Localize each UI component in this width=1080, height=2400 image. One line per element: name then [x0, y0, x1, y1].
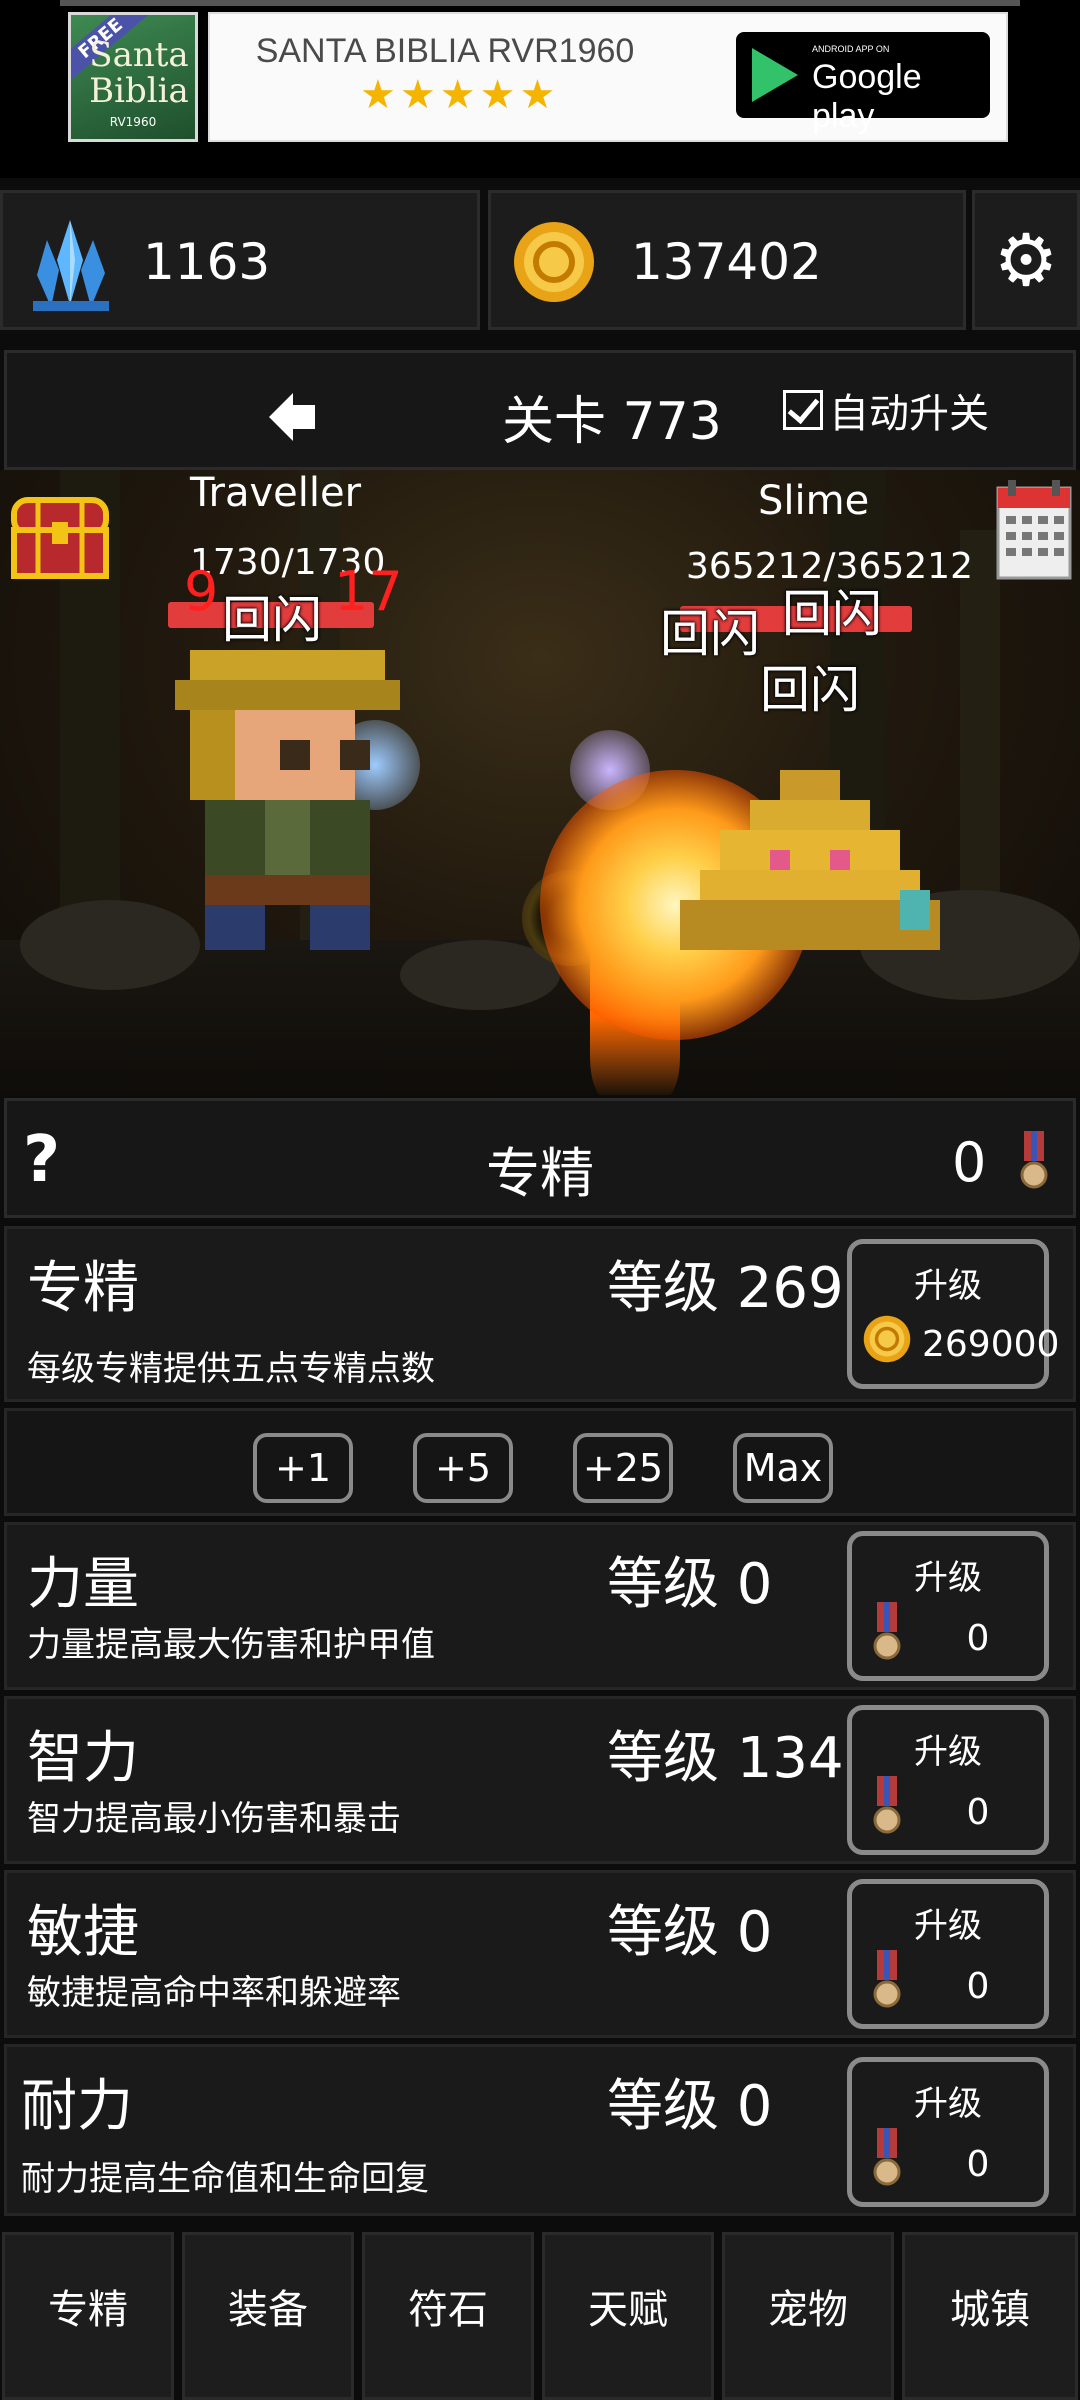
specialization-header: ? 专精 0 [4, 1098, 1076, 1218]
background-tree [960, 530, 1000, 940]
treasure-chest-icon[interactable] [10, 486, 110, 580]
upgrade-button[interactable]: 升级 0 [847, 1705, 1049, 1855]
quantity-plus-1-button[interactable]: +1 [253, 1433, 353, 1503]
upgrade-button[interactable]: 升级 269000 [847, 1239, 1059, 1389]
stat-row-intelligence: 智力 等级 1345 智力提高最小伤害和暴击 升级 0 [4, 1696, 1076, 1864]
crystal-icon [33, 220, 109, 311]
hero-sprite [175, 650, 400, 950]
upgrade-button[interactable]: 升级 0 [847, 2057, 1049, 2207]
ad-app-icon[interactable]: FREE Santa Biblia RV1960 [68, 12, 198, 142]
stat-description: 智力提高最小伤害和暴击 [27, 1799, 401, 1839]
stat-description: 耐力提高生命值和生命回复 [21, 2159, 429, 2199]
dodge-text: 回闪 [660, 605, 760, 663]
crystal-panel: 1163 [0, 190, 480, 330]
coin-icon [514, 222, 594, 302]
upgrade-cost: 0 [966, 1966, 990, 2007]
auto-advance-checkbox[interactable] [783, 390, 823, 430]
battle-scene: Traveller 1730/1730 9 回闪 17 Slime 365212… [0, 470, 1080, 1095]
medal-count: 0 [952, 1131, 987, 1194]
ad-app-name: Santa Biblia [89, 35, 189, 111]
stat-name: 敏捷 [27, 1900, 139, 1965]
ad-title: SANTA BIBLIA RVR1960 [255, 32, 635, 70]
dodge-text: 回闪 [782, 585, 882, 643]
upgrade-label: 升级 [914, 1906, 982, 1946]
upgrade-button[interactable]: 升级 0 [847, 1879, 1049, 2029]
upgrade-label: 升级 [914, 2084, 982, 2124]
tab-pets[interactable]: 宠物 [722, 2232, 894, 2400]
hero-name: Traveller [190, 470, 362, 516]
ad-banner[interactable]: FREE Santa Biblia RV1960 SANTA BIBLIA RV… [0, 0, 1080, 178]
stat-description: 力量提高最大伤害和护甲值 [27, 1625, 435, 1665]
quantity-max-button[interactable]: Max [733, 1433, 833, 1503]
google-play-button[interactable]: ANDROID APP ON Google play [736, 32, 990, 135]
stat-row-agility: 敏捷 等级 0 敏捷提高命中率和躲避率 升级 0 [4, 1870, 1076, 2038]
store-small-label: ANDROID APP ON [812, 44, 890, 54]
upgrade-label: 升级 [914, 1558, 982, 1598]
stat-row-strength: 力量 等级 0 力量提高最大伤害和护甲值 升级 0 [4, 1522, 1076, 1690]
tab-equipment[interactable]: 装备 [182, 2232, 354, 2400]
quantity-selector: +1 +5 +25 Max [4, 1408, 1076, 1516]
tab-specialization[interactable]: 专精 [2, 2232, 174, 2400]
stat-row-specialization: 专精 等级 269 每级专精提供五点专精点数 升级 269000 [4, 1226, 1076, 1402]
stat-name: 耐力 [21, 2074, 133, 2139]
upgrade-cost: 0 [966, 1792, 990, 1833]
upgrade-cost: 0 [966, 2144, 990, 2185]
damage-number: 9 [184, 560, 219, 623]
section-title: 专精 [486, 1142, 594, 1205]
stat-level: 等级 0 [607, 1552, 773, 1617]
tab-town[interactable]: 城镇 [902, 2232, 1078, 2400]
bottom-navigation: 专精 装备 符石 天赋 宠物 城镇 [0, 2224, 1080, 2400]
upgrade-label: 升级 [914, 1732, 982, 1772]
stat-level: 等级 1345 [607, 1726, 880, 1791]
stat-name: 智力 [27, 1726, 139, 1791]
tab-talents[interactable]: 天赋 [542, 2232, 714, 2400]
previous-stage-arrow-icon[interactable] [269, 393, 319, 441]
auto-advance-toggle[interactable]: 自动升关 [783, 381, 989, 439]
resource-bar: 1163 137402 ⚙ [0, 190, 1080, 340]
stat-name: 力量 [27, 1552, 139, 1617]
stat-level: 等级 269 [607, 1256, 844, 1321]
damage-number: 17 [334, 560, 403, 623]
gear-icon: ⚙ [993, 218, 1059, 302]
ad-divider [60, 0, 1020, 6]
coin-icon [863, 1315, 911, 1363]
play-store-icon [752, 48, 798, 102]
ad-content[interactable]: SANTA BIBLIA RVR1960 ★★★★★ ANDROID APP O… [208, 12, 1008, 142]
store-label: Google play [812, 58, 922, 135]
settings-button[interactable]: ⚙ [972, 190, 1080, 330]
upgrade-button[interactable]: 升级 0 [847, 1531, 1049, 1681]
stat-level: 等级 0 [607, 2074, 773, 2139]
ad-rating-stars: ★★★★★ [360, 72, 560, 118]
stat-description: 敏捷提高命中率和躲避率 [27, 1973, 401, 2013]
auto-advance-label: 自动升关 [829, 391, 989, 437]
stage-bar: 关卡 773 自动升关 [4, 350, 1076, 470]
coin-panel: 137402 [488, 190, 966, 330]
tab-runes[interactable]: 符石 [362, 2232, 534, 2400]
enemy-name: Slime [758, 478, 870, 524]
slime-sprite [680, 770, 940, 950]
stat-level: 等级 0 [607, 1900, 773, 1965]
upgrade-cost: 0 [966, 1618, 990, 1659]
stat-row-stamina: 耐力 等级 0 耐力提高生命值和生命回复 升级 0 [4, 2044, 1076, 2216]
crystal-count: 1163 [143, 233, 271, 291]
quantity-plus-5-button[interactable]: +5 [413, 1433, 513, 1503]
ad-app-sub: RV1960 [109, 115, 157, 129]
coin-count: 137402 [631, 233, 822, 291]
stage-title: 关卡 773 [502, 392, 722, 452]
rock [20, 900, 200, 990]
upgrade-label: 升级 [914, 1266, 982, 1306]
medal-icon [1020, 1131, 1048, 1189]
quantity-plus-25-button[interactable]: +25 [573, 1433, 673, 1503]
stat-name: 专精 [27, 1256, 139, 1321]
stat-description: 每级专精提供五点专精点数 [27, 1349, 435, 1389]
dodge-text: 回闪 [760, 661, 860, 719]
dodge-text: 回闪 [222, 591, 322, 649]
calendar-icon[interactable] [996, 480, 1072, 580]
upgrade-cost: 269000 [922, 1324, 1060, 1365]
